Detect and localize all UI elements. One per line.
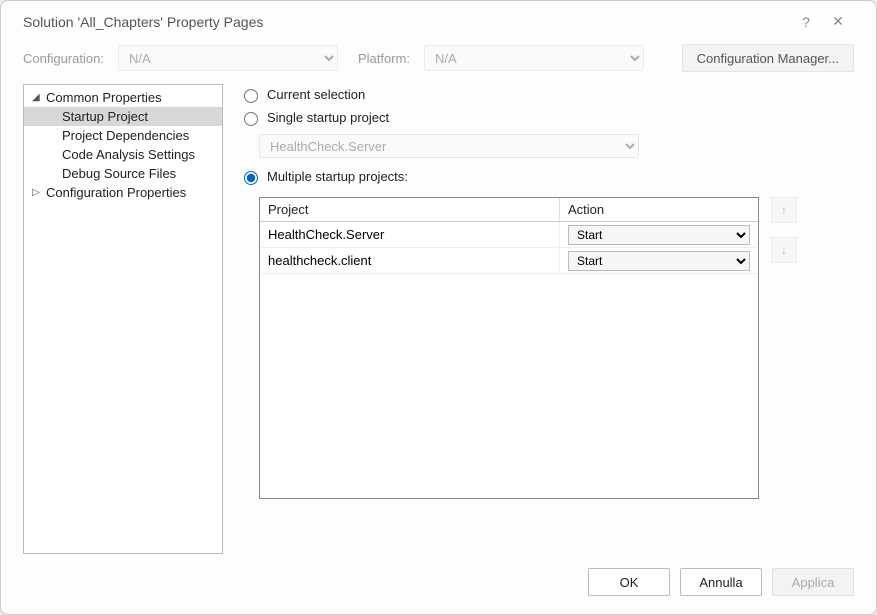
radio-multiple-startup-input[interactable] — [244, 171, 258, 185]
cell-action: Start — [560, 222, 758, 247]
move-down-button[interactable]: ↓ — [771, 237, 797, 263]
content-pane: Current selection Single startup project… — [239, 84, 854, 554]
tree-node-debug-source-files[interactable]: Debug Source Files — [24, 164, 222, 183]
radio-label: Current selection — [267, 87, 365, 102]
platform-dropdown: N/A — [424, 45, 644, 71]
cancel-button[interactable]: Annulla — [680, 568, 762, 596]
configuration-manager-button[interactable]: Configuration Manager... — [682, 44, 854, 72]
tree-node-common-properties[interactable]: ◢ Common Properties — [24, 88, 222, 107]
cell-project: HealthCheck.Server — [260, 222, 560, 247]
close-icon[interactable]: ✕ — [818, 13, 858, 30]
dialog-footer: OK Annulla Applica — [1, 554, 876, 614]
table-row[interactable]: HealthCheck.Server Start — [260, 222, 758, 248]
configuration-row: Configuration: N/A Platform: N/A Configu… — [1, 40, 876, 84]
radio-label: Multiple startup projects: — [267, 169, 408, 184]
reorder-buttons: ↑ ↓ — [771, 197, 797, 499]
tree-node-startup-project[interactable]: Startup Project — [24, 107, 222, 126]
action-dropdown[interactable]: Start — [568, 225, 750, 245]
header-action: Action — [560, 198, 758, 221]
tree-label: Configuration Properties — [46, 185, 186, 200]
radio-single-startup[interactable]: Single startup project — [239, 109, 854, 126]
tree-label: Startup Project — [62, 109, 148, 124]
radio-multiple-startup[interactable]: Multiple startup projects: — [239, 168, 854, 185]
apply-button[interactable]: Applica — [772, 568, 854, 596]
window-title: Solution 'All_Chapters' Property Pages — [23, 14, 794, 30]
tree-node-configuration-properties[interactable]: ▷ Configuration Properties — [24, 183, 222, 202]
move-up-button[interactable]: ↑ — [771, 197, 797, 223]
help-icon[interactable]: ? — [794, 14, 818, 30]
single-project-dropdown: HealthCheck.Server — [259, 134, 639, 158]
tree-node-code-analysis[interactable]: Code Analysis Settings — [24, 145, 222, 164]
collapse-icon: ▷ — [32, 187, 44, 198]
tree-label: Debug Source Files — [62, 166, 176, 181]
configuration-label: Configuration: — [23, 51, 104, 66]
startup-table-wrap: Project Action HealthCheck.Server Start … — [259, 197, 854, 499]
radio-single-startup-input[interactable] — [244, 112, 258, 126]
cell-action: Start — [560, 248, 758, 273]
titlebar: Solution 'All_Chapters' Property Pages ?… — [1, 1, 876, 40]
tree-label: Project Dependencies — [62, 128, 189, 143]
grid-header: Project Action — [260, 198, 758, 222]
radio-current-selection[interactable]: Current selection — [239, 86, 854, 103]
expand-icon: ◢ — [32, 92, 44, 103]
ok-button[interactable]: OK — [588, 568, 670, 596]
cell-project: healthcheck.client — [260, 248, 560, 273]
navigation-tree[interactable]: ◢ Common Properties Startup Project Proj… — [23, 84, 223, 554]
property-pages-dialog: Solution 'All_Chapters' Property Pages ?… — [0, 0, 877, 615]
dialog-body: ◢ Common Properties Startup Project Proj… — [1, 84, 876, 554]
radio-current-selection-input[interactable] — [244, 89, 258, 103]
tree-node-project-dependencies[interactable]: Project Dependencies — [24, 126, 222, 145]
startup-projects-grid[interactable]: Project Action HealthCheck.Server Start … — [259, 197, 759, 499]
platform-label: Platform: — [358, 51, 410, 66]
radio-label: Single startup project — [267, 110, 389, 125]
action-dropdown[interactable]: Start — [568, 251, 750, 271]
tree-label: Code Analysis Settings — [62, 147, 195, 162]
table-row[interactable]: healthcheck.client Start — [260, 248, 758, 274]
header-project: Project — [260, 198, 560, 221]
tree-label: Common Properties — [46, 90, 162, 105]
configuration-dropdown: N/A — [118, 45, 338, 71]
